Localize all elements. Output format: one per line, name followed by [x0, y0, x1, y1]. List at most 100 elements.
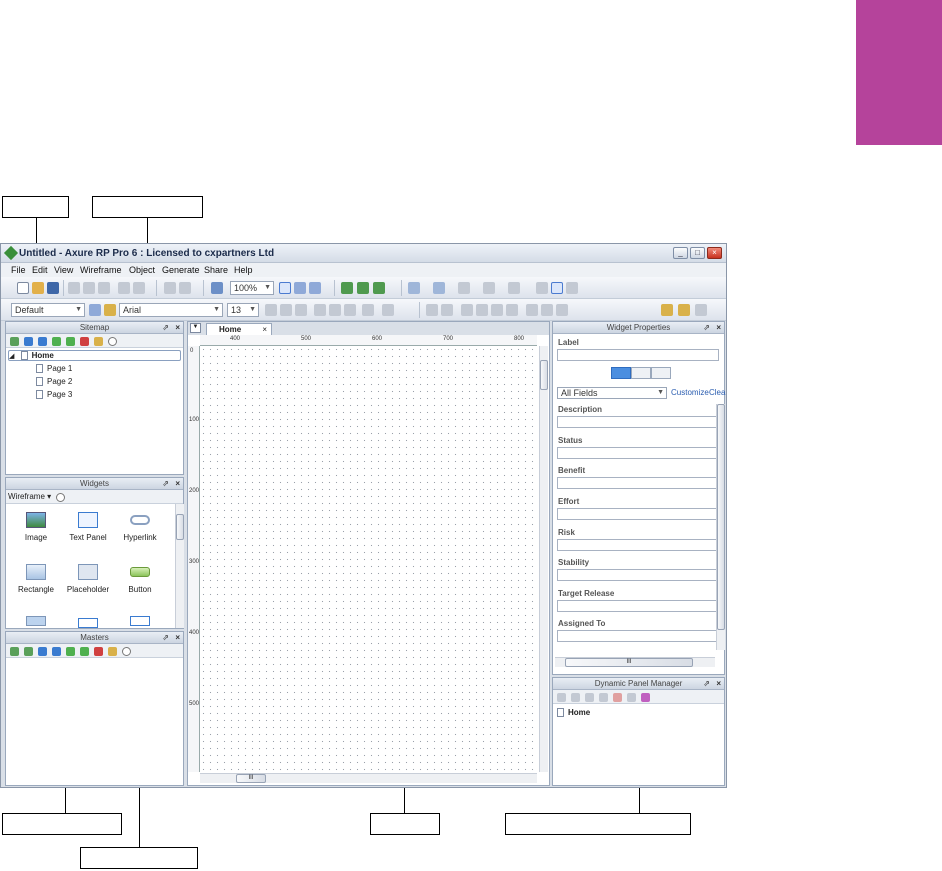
align-objects-icon[interactable] [491, 304, 503, 316]
pin-icon[interactable]: ⇗ [162, 322, 169, 334]
close-panel-icon[interactable]: × [716, 322, 721, 334]
canvas-horizontal-scrollbar[interactable]: III [200, 773, 537, 783]
move-up-icon[interactable] [24, 337, 33, 346]
cut-icon[interactable] [68, 282, 80, 294]
menu-generate[interactable]: Generate [162, 265, 200, 275]
italic-icon[interactable] [280, 304, 292, 316]
align-middle-icon[interactable] [541, 304, 553, 316]
delete-state-icon[interactable] [613, 693, 622, 702]
maximize-button[interactable]: □ [690, 247, 705, 259]
open-folder-icon[interactable] [32, 282, 44, 294]
text-align-right-icon[interactable] [344, 304, 356, 316]
search-icon[interactable] [56, 493, 65, 502]
add-folder-icon[interactable] [10, 647, 19, 656]
style-editor-icon[interactable] [89, 304, 101, 316]
pointer-mode-icon[interactable] [279, 282, 291, 294]
new-file-icon[interactable] [17, 282, 29, 294]
menu-wireframe[interactable]: Wireframe [80, 265, 122, 275]
edit-page-icon[interactable] [94, 337, 103, 346]
copy-icon[interactable] [83, 282, 95, 294]
indent-icon[interactable] [66, 647, 75, 656]
canvas-grid[interactable] [200, 346, 537, 772]
widget-table[interactable] [6, 616, 66, 631]
interactions-tab-icon[interactable] [631, 367, 651, 379]
hide-icon[interactable] [695, 304, 707, 316]
assigned-to-input[interactable] [557, 630, 719, 642]
scroll-thumb[interactable] [717, 404, 725, 630]
send-back-icon[interactable] [476, 304, 488, 316]
close-panel-icon[interactable]: × [175, 478, 180, 490]
target-release-input[interactable] [557, 600, 719, 612]
tab-menu-icon[interactable]: ▼ [190, 323, 201, 333]
move-up-icon[interactable] [585, 693, 594, 702]
indent-icon[interactable] [52, 337, 61, 346]
generate-spec-icon[interactable] [373, 282, 385, 294]
close-panel-icon[interactable]: × [175, 322, 180, 334]
widgets-scrollbar[interactable] [175, 504, 184, 628]
edit-state-icon[interactable] [627, 693, 636, 702]
label-input[interactable] [557, 349, 719, 361]
menu-file[interactable]: File [11, 265, 26, 275]
paste-icon[interactable] [98, 282, 110, 294]
move-down-icon[interactable] [52, 647, 61, 656]
scroll-thumb[interactable]: III [565, 658, 693, 667]
fields-filter-select[interactable]: All Fields ▼ [557, 387, 667, 399]
widget-text-panel[interactable]: Text Panel [58, 512, 118, 542]
sitemap-page-row[interactable]: Page 2 [36, 377, 72, 387]
close-tab-icon[interactable]: × [262, 324, 267, 335]
arrow-style-icon[interactable] [508, 282, 520, 294]
menu-view[interactable]: View [54, 265, 73, 275]
widget-text-area[interactable] [110, 616, 170, 631]
unlock-icon[interactable] [678, 304, 690, 316]
delete-page-icon[interactable] [80, 337, 89, 346]
minimize-button[interactable]: _ [673, 247, 688, 259]
outdent-icon[interactable] [66, 337, 75, 346]
redo-icon[interactable] [133, 282, 145, 294]
line-style-icon[interactable] [483, 282, 495, 294]
risk-input[interactable] [557, 539, 719, 551]
description-input[interactable] [557, 416, 719, 428]
pin-icon[interactable]: ⇗ [703, 322, 710, 334]
benefit-input[interactable] [557, 477, 719, 489]
menu-help[interactable]: Help [234, 265, 253, 275]
edit-master-icon[interactable] [108, 647, 117, 656]
design-canvas[interactable]: ▼ Home × 400 500 600 700 800 0 100 200 3… [187, 321, 550, 786]
save-icon[interactable] [47, 282, 59, 294]
format-brush-icon[interactable] [104, 304, 116, 316]
line-color-icon[interactable] [433, 282, 445, 294]
menu-share[interactable]: Share [204, 265, 228, 275]
underline-icon[interactable] [295, 304, 307, 316]
search-icon[interactable] [122, 647, 131, 656]
zoom-select[interactable]: 100% ▼ [230, 281, 274, 295]
group-icon[interactable] [426, 304, 438, 316]
ungroup-icon[interactable] [441, 304, 453, 316]
widget-rectangle[interactable]: Rectangle [6, 564, 66, 594]
fill-color-icon[interactable] [408, 282, 420, 294]
dynamic-panel-root-row[interactable]: Home [557, 708, 590, 718]
select-icon[interactable] [164, 282, 176, 294]
effort-input[interactable] [557, 508, 719, 520]
move-down-icon[interactable] [599, 693, 608, 702]
widget-library-select[interactable]: Wireframe ▾ [8, 492, 51, 501]
menu-object[interactable]: Object [129, 265, 155, 275]
pin-icon[interactable]: ⇗ [703, 678, 710, 690]
sitemap-page-row[interactable]: Page 3 [36, 390, 72, 400]
sitemap-root-row[interactable]: ◢ Home [8, 350, 181, 361]
customize-link[interactable]: Customize [671, 388, 709, 397]
bullets-icon[interactable] [362, 304, 374, 316]
bring-front-icon[interactable] [461, 304, 473, 316]
distribute-icon[interactable] [506, 304, 518, 316]
menu-edit[interactable]: Edit [32, 265, 48, 275]
add-page-icon[interactable] [10, 337, 19, 346]
sitemap-page-row[interactable]: Page 1 [36, 364, 72, 374]
annotations-tab-icon[interactable] [611, 367, 631, 379]
text-align-center-icon[interactable] [329, 304, 341, 316]
properties-horizontal-scrollbar[interactable]: III [555, 657, 715, 667]
undo-icon[interactable] [118, 282, 130, 294]
scroll-thumb[interactable] [176, 514, 184, 540]
move-down-icon[interactable] [38, 337, 47, 346]
scroll-thumb[interactable]: III [236, 774, 266, 783]
stability-input[interactable] [557, 569, 719, 581]
formatting-tab-icon[interactable] [651, 367, 671, 379]
tab-home[interactable]: Home × [206, 323, 272, 335]
